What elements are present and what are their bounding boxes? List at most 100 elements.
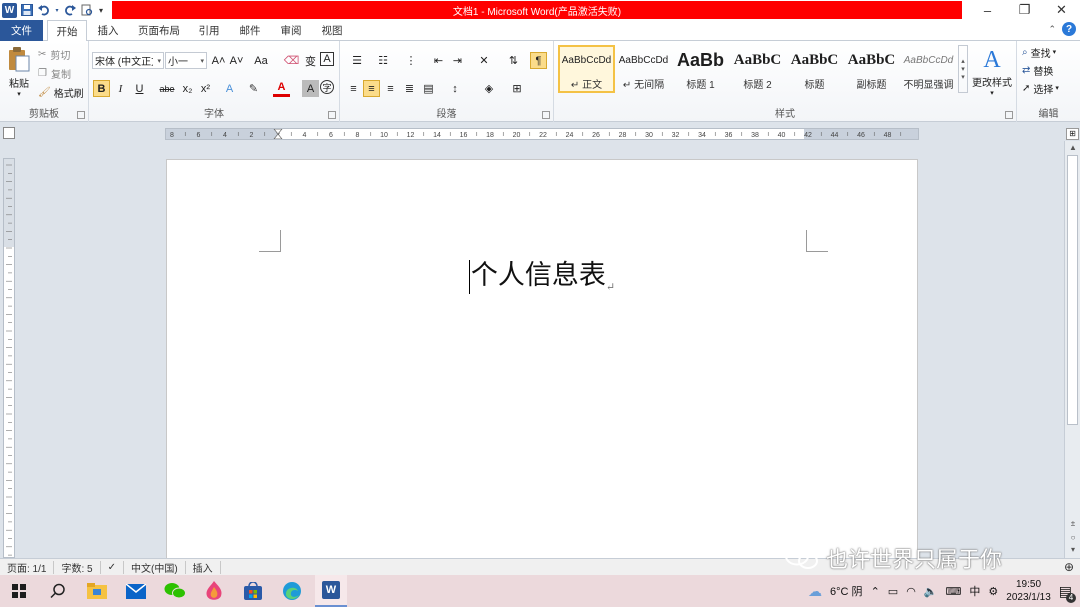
wechat-icon[interactable] (159, 575, 191, 607)
document-title-text[interactable]: 个人信息表↵ (167, 253, 917, 294)
ime-indicator[interactable]: 中 (969, 583, 980, 599)
prev-page-icon[interactable]: ± (1065, 519, 1080, 528)
mail-icon[interactable] (120, 575, 152, 607)
text-effects-icon[interactable]: A (221, 80, 238, 97)
style-title[interactable]: AaBbC 标题 (786, 45, 843, 93)
style-no-spacing[interactable]: AaBbCcDd ↵ 无间隔 (615, 45, 672, 93)
tab-file[interactable]: 文件 (0, 20, 43, 41)
show-hidden-icons[interactable]: ⌃ (871, 585, 880, 598)
chinese-layout-icon[interactable]: ✕ (473, 52, 495, 69)
character-border-icon[interactable]: A (320, 52, 334, 66)
decrease-indent-icon[interactable]: ⇤ (430, 52, 447, 69)
line-spacing-icon[interactable]: ↕ (444, 80, 466, 97)
document-page[interactable]: 个人信息表↵ (166, 159, 918, 558)
change-styles-button[interactable]: A 更改样式 ▾ (970, 44, 1014, 100)
tab-review[interactable]: 审阅 (274, 20, 308, 41)
redo-icon[interactable] (63, 3, 77, 17)
highlight-icon[interactable]: ✎ (245, 80, 262, 97)
edge-icon[interactable] (276, 575, 308, 607)
borders-icon[interactable]: ⊞ (506, 80, 528, 97)
grow-font-button[interactable]: A˄ (210, 52, 227, 69)
customize-qat-icon[interactable]: ▾ (97, 3, 105, 17)
paste-button[interactable]: 粘贴 ▾ (4, 44, 34, 100)
save-icon[interactable] (20, 3, 34, 17)
restore-button[interactable]: ❐ (1006, 0, 1043, 20)
weather-text[interactable]: 6°C 阴 (830, 583, 863, 599)
shading-icon[interactable]: ◈ (478, 80, 500, 97)
store-icon[interactable] (237, 575, 269, 607)
settings-icon[interactable]: ⚙ (988, 585, 998, 598)
character-shading-icon[interactable]: A (302, 80, 319, 97)
subscript-button[interactable]: x₂ (179, 80, 196, 97)
style-subtle-emphasis[interactable]: AaBbCcDd 不明显强调 (900, 45, 957, 93)
browse-object-icon[interactable]: ○ (1065, 533, 1080, 542)
search-icon[interactable] (42, 575, 74, 607)
weather-icon[interactable]: ☁ (808, 583, 822, 600)
bullets-icon[interactable]: ☰ (346, 52, 368, 69)
style-heading-2[interactable]: AaBbC 标题 2 (729, 45, 786, 93)
word-app-icon[interactable]: W (2, 2, 17, 18)
battery-icon[interactable]: ▭ (888, 585, 898, 598)
phonetic-guide-icon[interactable]: 变 (302, 52, 319, 69)
horizontal-ruler[interactable]: 8642246810121416182022242628303234363840… (165, 128, 919, 140)
styles-launcher[interactable] (1005, 111, 1013, 119)
font-color-icon[interactable]: A (273, 80, 290, 97)
tab-selector[interactable] (3, 127, 15, 139)
clipboard-launcher[interactable] (77, 111, 85, 119)
copy-button[interactable]: ❐ 复制 (38, 65, 71, 81)
view-ruler-toggle[interactable]: ⊞ (1066, 128, 1079, 140)
justify-icon[interactable]: ≣ (401, 80, 418, 97)
styles-gallery-scroll[interactable]: ▴ ▾ ▾ (958, 45, 968, 93)
font-size-select[interactable]: 小一 ▾ (165, 52, 207, 69)
underline-button[interactable]: U (131, 80, 148, 97)
tab-home[interactable]: 开始 (47, 20, 87, 42)
increase-indent-icon[interactable]: ⇥ (449, 52, 466, 69)
superscript-button[interactable]: x² (197, 80, 214, 97)
find-button[interactable]: ⌕ 查找 ▾ (1022, 44, 1056, 60)
status-page[interactable]: 页面: 1/1 (0, 560, 55, 575)
tab-mailings[interactable]: 邮件 (233, 20, 267, 41)
bold-button[interactable]: B (93, 80, 110, 97)
scroll-up-arrow[interactable]: ▲ (1065, 143, 1080, 152)
undo-icon[interactable] (37, 3, 51, 17)
vertical-ruler[interactable] (3, 158, 15, 558)
status-language[interactable]: 中文(中国) (124, 560, 186, 575)
change-case-button[interactable]: Aa (250, 52, 272, 69)
status-word-count[interactable]: 字数: 5 (54, 560, 101, 575)
close-button[interactable]: ✕ (1043, 0, 1080, 20)
cut-button[interactable]: ✂ 剪切 (38, 46, 70, 62)
volume-icon[interactable]: 🔈 (924, 585, 938, 598)
numbering-icon[interactable]: ☷ (372, 52, 394, 69)
tab-references[interactable]: 引用 (192, 20, 226, 41)
scrollbar-thumb[interactable] (1067, 155, 1078, 425)
show-formatting-marks-icon[interactable]: ¶ (530, 52, 547, 69)
notifications-icon[interactable]: ▤ 4 (1059, 583, 1076, 603)
print-preview-icon[interactable] (80, 3, 94, 17)
browser-flame-icon[interactable] (198, 575, 230, 607)
align-center-icon[interactable]: ≡ (363, 80, 380, 97)
paragraph-launcher[interactable] (542, 111, 550, 119)
align-left-icon[interactable]: ≡ (345, 80, 362, 97)
strikethrough-button[interactable]: abe (157, 80, 177, 97)
multilevel-list-icon[interactable]: ⋮ (400, 52, 422, 69)
status-insert-mode[interactable]: 插入 (186, 560, 221, 575)
minimize-button[interactable]: – (969, 0, 1006, 20)
file-explorer-icon[interactable] (81, 575, 113, 607)
tab-page-layout[interactable]: 页面布局 (132, 20, 186, 41)
help-icon[interactable]: ? (1062, 22, 1076, 36)
zoom-in-icon[interactable]: ⊕ (1064, 560, 1074, 574)
align-right-icon[interactable]: ≡ (382, 80, 399, 97)
font-launcher[interactable] (328, 111, 336, 119)
tab-view[interactable]: 视图 (315, 20, 349, 41)
document-title[interactable]: 个人信息表 (471, 260, 606, 291)
tab-insert[interactable]: 插入 (91, 20, 125, 41)
next-page-icon[interactable]: ▾ (1065, 545, 1080, 554)
distributed-icon[interactable]: ▤ (420, 80, 437, 97)
proofing-icon[interactable]: ✓ (101, 560, 124, 574)
clock[interactable]: 19:50 2023/1/13 (1006, 578, 1051, 604)
clear-formatting-icon[interactable]: ⌫ (283, 52, 300, 69)
undo-dropdown-icon[interactable]: ▾ (54, 3, 60, 17)
minimize-ribbon-icon[interactable]: ⌃ (1048, 24, 1056, 35)
select-button[interactable]: ➚ 选择 ▾ (1022, 80, 1059, 96)
enclose-characters-icon[interactable]: 字 (320, 80, 334, 94)
